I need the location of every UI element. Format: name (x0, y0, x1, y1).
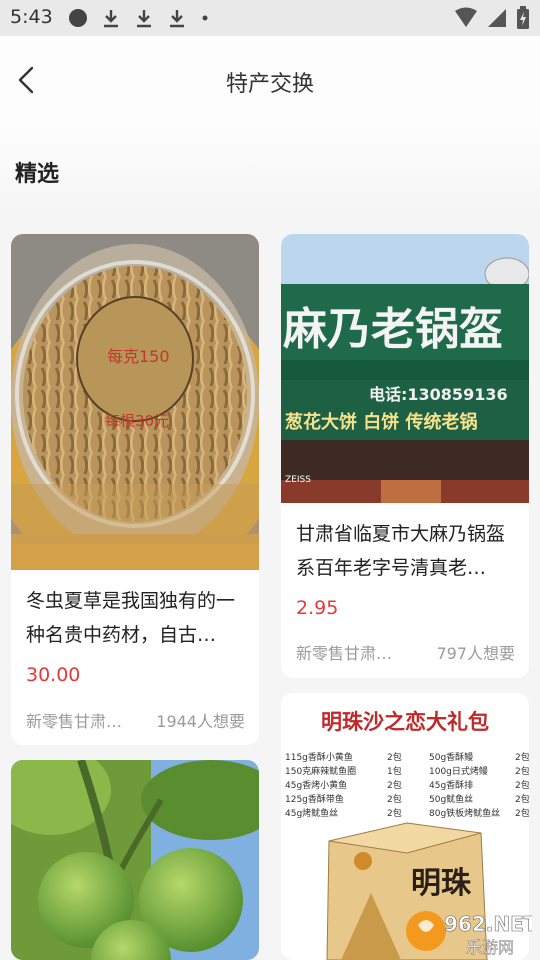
product-card[interactable]: 麻乃老锅盔 电话:130859136 葱花大饼 白饼 传统老锅 ZEISS 甘肃… (281, 234, 529, 678)
watermark-top: 962.NET (444, 912, 532, 936)
download-icon (137, 10, 151, 28)
gift-qty: 1包 (387, 765, 402, 777)
product-card[interactable] (11, 760, 259, 960)
top-nav-bar: 特产交换 (0, 36, 540, 126)
signal-icon (488, 9, 506, 27)
gift-qty: 2包 (387, 807, 402, 819)
record-icon (69, 9, 87, 27)
shop-menu: 葱花大饼 白饼 传统老锅 (285, 411, 478, 433)
wants-count: 1944人想要 (156, 712, 245, 731)
gift-qty: 2包 (515, 765, 529, 777)
gift-qty: 2包 (515, 807, 529, 819)
gift-item: 45g香烤小黄鱼 (285, 779, 347, 791)
gift-item: 80g铁板烤鱿鱼丝 (429, 807, 500, 819)
gift-qty: 2包 (515, 779, 529, 791)
battery-icon (517, 6, 529, 29)
gift-item: 150克麻辣鱿鱼圈 (285, 765, 356, 777)
product-price: 30.00 (26, 664, 81, 686)
price-label-gram: 每克150 (107, 347, 170, 366)
product-description: 甘肃省临夏市大麻乃锅盔系百年老字号清真老… (296, 523, 506, 579)
seller-name: 新零售甘肃… (26, 712, 123, 731)
watermark-bottom: 乐游网 (466, 938, 514, 957)
seller-name: 新零售甘肃… (296, 644, 393, 663)
shop-phone: 电话:130859136 (369, 385, 508, 404)
dot-icon (202, 15, 208, 21)
gift-qty: 2包 (515, 793, 529, 805)
gift-item: 45g香酥排 (429, 779, 473, 791)
page-title: 特产交换 (225, 72, 314, 97)
gift-item: 115g香酥小黄鱼 (285, 751, 353, 763)
gift-qty: 2包 (387, 793, 402, 805)
product-image: 麻乃老锅盔 电话:130859136 葱花大饼 白饼 传统老锅 ZEISS (281, 234, 529, 503)
gift-item: 50g鱿鱼丝 (429, 793, 473, 805)
gift-banner-title: 明珠沙之恋大礼包 (321, 709, 489, 734)
product-card[interactable]: 每克150 每根30元 冬虫夏草是我国独有的一种名贵中药材，自古… 30.00 … (11, 234, 259, 745)
product-image (11, 760, 259, 960)
download-icon (170, 10, 184, 28)
price-label-piece: 每根30元 (105, 412, 169, 430)
wants-count: 797人想要 (436, 644, 515, 663)
gift-qty: 2包 (387, 779, 402, 791)
camera-watermark: ZEISS (285, 475, 311, 485)
gift-box-brand: 明珠 (411, 866, 472, 901)
gift-item: 125g香酥带鱼 (285, 793, 344, 805)
product-price: 2.95 (296, 597, 339, 619)
product-description: 冬虫夏草是我国独有的一种名贵中药材，自古… (26, 590, 236, 646)
gift-item: 50g香酥鳗 (429, 751, 473, 763)
gift-item: 100g日式烤鳗 (429, 765, 488, 777)
notification-icons (68, 8, 210, 28)
section-title: 精选 (15, 162, 60, 187)
gift-item: 45g烤鱿鱼丝 (285, 807, 338, 819)
gift-qty: 2包 (387, 751, 402, 763)
product-image: 每克150 每根30元 (11, 234, 259, 570)
wifi-icon (455, 7, 477, 27)
shop-sign: 麻乃老锅盔 (283, 304, 503, 355)
status-time: 5:43 (10, 6, 53, 28)
gift-qty: 2包 (515, 751, 529, 763)
site-watermark: 962.NET 乐游网 (406, 911, 532, 957)
download-icon (104, 10, 118, 28)
status-bar: 5:43 (0, 0, 540, 36)
